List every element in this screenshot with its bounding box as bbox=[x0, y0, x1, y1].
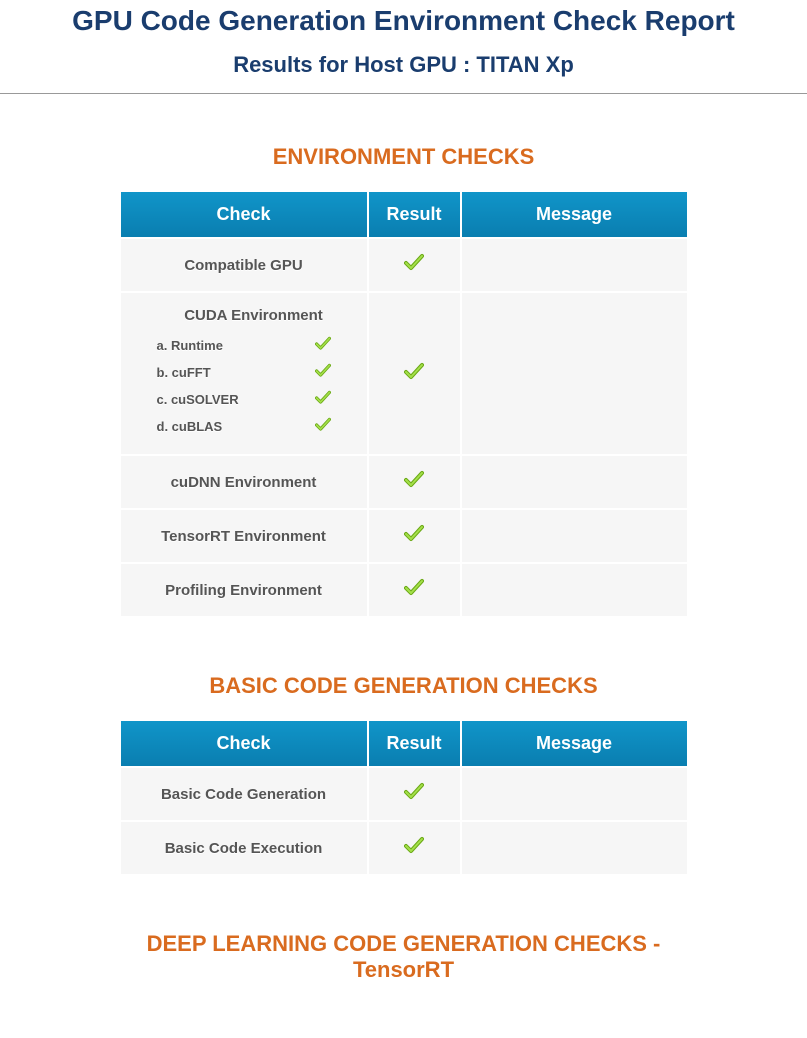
subitems-table: a. Runtime b. cuFFT c. cuSOLVER bbox=[151, 332, 357, 440]
check-label: TensorRT Environment bbox=[121, 510, 367, 562]
check-message bbox=[462, 510, 687, 562]
check-label: Basic Code Generation bbox=[121, 768, 367, 820]
check-label-cuda: CUDA Environment a. Runtime b. cuFFT bbox=[121, 293, 367, 454]
check-result bbox=[369, 768, 460, 820]
table-row: Basic Code Execution bbox=[121, 822, 687, 874]
checkmark-icon bbox=[404, 782, 424, 806]
checkmark-icon bbox=[404, 470, 424, 494]
check-label: Profiling Environment bbox=[121, 564, 367, 616]
check-result bbox=[369, 510, 460, 562]
check-message bbox=[462, 293, 687, 454]
check-message bbox=[462, 456, 687, 508]
sub-row: d. cuBLAS bbox=[151, 413, 357, 440]
checkmark-icon bbox=[315, 336, 331, 355]
table-row: Profiling Environment bbox=[121, 564, 687, 616]
table-row: TensorRT Environment bbox=[121, 510, 687, 562]
check-message bbox=[462, 768, 687, 820]
sub-label: d. cuBLAS bbox=[151, 413, 310, 440]
checkmark-icon bbox=[404, 524, 424, 548]
checkmark-icon bbox=[315, 417, 331, 436]
table-row: Compatible GPU bbox=[121, 239, 687, 291]
results-table: Check Result Message Basic Code Generati… bbox=[119, 719, 689, 876]
check-message bbox=[462, 564, 687, 616]
sub-result bbox=[309, 359, 356, 386]
section-basic-code-gen: BASIC CODE GENERATION CHECKS Check Resul… bbox=[119, 673, 689, 876]
section-deep-learning-tensorrt: DEEP LEARNING CODE GENERATION CHECKS - T… bbox=[119, 931, 689, 983]
checkmark-icon bbox=[315, 390, 331, 409]
check-result bbox=[369, 564, 460, 616]
col-header-result: Result bbox=[369, 721, 460, 766]
table-row: CUDA Environment a. Runtime b. cuFFT bbox=[121, 293, 687, 454]
checkmark-icon bbox=[315, 363, 331, 382]
sub-row: a. Runtime bbox=[151, 332, 357, 359]
check-label: cuDNN Environment bbox=[121, 456, 367, 508]
check-message bbox=[462, 822, 687, 874]
report-header: GPU Code Generation Environment Check Re… bbox=[0, 0, 807, 94]
check-label: Basic Code Execution bbox=[121, 822, 367, 874]
check-result bbox=[369, 293, 460, 454]
sub-result bbox=[309, 386, 356, 413]
check-result bbox=[369, 456, 460, 508]
col-header-check: Check bbox=[121, 721, 367, 766]
sub-row: c. cuSOLVER bbox=[151, 386, 357, 413]
col-header-result: Result bbox=[369, 192, 460, 237]
sub-label: b. cuFFT bbox=[151, 359, 310, 386]
checkmark-icon bbox=[404, 253, 424, 277]
table-row: Basic Code Generation bbox=[121, 768, 687, 820]
check-label: Compatible GPU bbox=[121, 239, 367, 291]
sub-label: a. Runtime bbox=[151, 332, 310, 359]
cuda-environment-label: CUDA Environment bbox=[184, 307, 323, 324]
sub-result bbox=[309, 332, 356, 359]
section-title: BASIC CODE GENERATION CHECKS bbox=[119, 673, 689, 699]
col-header-check: Check bbox=[121, 192, 367, 237]
section-title: DEEP LEARNING CODE GENERATION CHECKS - T… bbox=[119, 931, 689, 983]
checkmark-icon bbox=[404, 836, 424, 860]
page-title: GPU Code Generation Environment Check Re… bbox=[0, 5, 807, 37]
check-message bbox=[462, 239, 687, 291]
section-environment-checks: ENVIRONMENT CHECKS Check Result Message … bbox=[119, 144, 689, 618]
col-header-message: Message bbox=[462, 192, 687, 237]
sub-result bbox=[309, 413, 356, 440]
results-table: Check Result Message Compatible GPU CUDA… bbox=[119, 190, 689, 618]
section-title: ENVIRONMENT CHECKS bbox=[119, 144, 689, 170]
report-content: ENVIRONMENT CHECKS Check Result Message … bbox=[119, 94, 689, 983]
page-subtitle: Results for Host GPU : TITAN Xp bbox=[0, 52, 807, 78]
check-result bbox=[369, 239, 460, 291]
checkmark-icon bbox=[404, 362, 424, 386]
sub-label: c. cuSOLVER bbox=[151, 386, 310, 413]
check-result bbox=[369, 822, 460, 874]
table-row: cuDNN Environment bbox=[121, 456, 687, 508]
sub-row: b. cuFFT bbox=[151, 359, 357, 386]
checkmark-icon bbox=[404, 578, 424, 602]
col-header-message: Message bbox=[462, 721, 687, 766]
